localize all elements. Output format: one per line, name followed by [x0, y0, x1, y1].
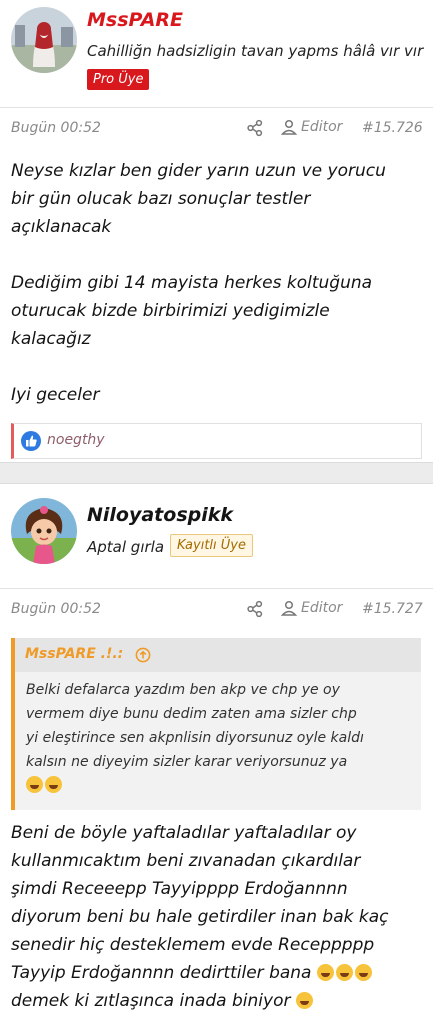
likes-bar[interactable]: noegthy: [11, 423, 422, 459]
body-line: Tayyip Erdoğannnn dedirttiler bana: [11, 963, 312, 983]
user-icon: [281, 600, 297, 616]
body-line: senedir hiç desteklemem evde Receppppp: [11, 935, 375, 955]
quote-block: MssPARE .!.: Belki defalarca yazdım ben …: [11, 638, 421, 810]
post-2: Niloyatospikk Aptal gırla Kayıtlı Üye Bu…: [0, 484, 433, 1024]
grin-emoji-icon: [335, 964, 353, 981]
body-line: bir gün olucak bazı sonuçlar testler: [11, 189, 311, 209]
quote-text: Belki defalarca yazdım ben akp ve chp ye…: [26, 678, 416, 798]
editor-label: Editor: [301, 600, 343, 616]
user-avatar[interactable]: [11, 498, 77, 564]
rofl-emoji-icon: [26, 776, 43, 793]
body-line: demek ki zıtlaşınca inada biniyor: [11, 991, 291, 1011]
username[interactable]: MssPARE: [87, 9, 183, 31]
editor-link[interactable]: Editor: [281, 119, 342, 135]
quote-line: Belki defalarca yazdım ben akp ve chp ye…: [26, 682, 340, 698]
grin-emoji-icon: [316, 964, 334, 981]
editor-label: Editor: [301, 119, 343, 135]
body-line: Iyi geceler: [11, 385, 100, 405]
quote-line: kalsın ne diyeyim sizler karar veriyorsu…: [26, 754, 348, 770]
user-icon: [281, 119, 297, 135]
arrow-up-circle-icon[interactable]: [135, 647, 151, 663]
user-avatar[interactable]: [11, 7, 77, 73]
rofl-emoji-icon: [45, 776, 62, 793]
post-meta: Bugün 00:52 Editor #15.726: [0, 107, 433, 149]
post-date[interactable]: Bugün 00:52: [11, 120, 101, 136]
post-1: MssPARE Cahilliğn hadsizligin tavan yapm…: [0, 0, 433, 462]
user-badge: Pro Üye: [87, 69, 150, 90]
user-badge: Kayıtlı Üye: [170, 534, 253, 557]
body-line: şimdi Receeepp Tayyipppp Erdoğannnn: [11, 879, 348, 899]
body-line: açıklanacak: [11, 217, 112, 237]
grin-emoji-icon: [295, 992, 313, 1009]
body-line: oturucak bizde birbirimizi yedigimizle: [11, 301, 330, 321]
body-line: Neyse kızlar ben gider yarın uzun ve yor…: [11, 161, 386, 181]
post-number[interactable]: #15.726: [362, 120, 423, 136]
editor-link[interactable]: Editor: [281, 600, 342, 616]
post-body: Neyse kızlar ben gider yarın uzun ve yor…: [11, 157, 423, 409]
quote-author[interactable]: MssPARE .!.:: [25, 646, 123, 662]
body-line: Beni de böyle yaftaladılar yaftaladılar …: [11, 823, 357, 843]
body-line: kullanmıcaktım beni zıvanadan çıkardılar: [11, 851, 361, 871]
quote-header: MssPARE .!.:: [15, 638, 421, 672]
liker-name[interactable]: noegthy: [47, 432, 105, 448]
body-line: kalacağız: [11, 329, 91, 349]
quote-line: yi eleştirince sen akpnlisin diyorsunuz …: [26, 730, 364, 746]
user-title: Aptal gırla: [87, 538, 165, 556]
post-number[interactable]: #15.727: [362, 601, 423, 617]
quote-line: vermem diye bunu dedim zaten ama sizler …: [26, 706, 357, 722]
post-body: Beni de böyle yaftaladılar yaftaladılar …: [11, 819, 423, 1015]
username[interactable]: Niloyatospikk: [87, 504, 233, 526]
post-separator: [0, 462, 433, 484]
user-title: Cahilliğn hadsizligin tavan yapms hâlâ v…: [87, 42, 424, 60]
body-line: diyorum beni bu hale getirdiler inan bak…: [11, 907, 389, 927]
share-icon[interactable]: [246, 600, 264, 618]
post-date[interactable]: Bugün 00:52: [11, 601, 101, 617]
grin-emoji-icon: [354, 964, 372, 981]
body-line: Dediğim gibi 14 mayista herkes koltuğuna: [11, 273, 373, 293]
like-icon: [21, 431, 41, 451]
post-meta: Bugün 00:52 Editor #15.727: [0, 588, 433, 630]
share-icon[interactable]: [246, 119, 264, 137]
